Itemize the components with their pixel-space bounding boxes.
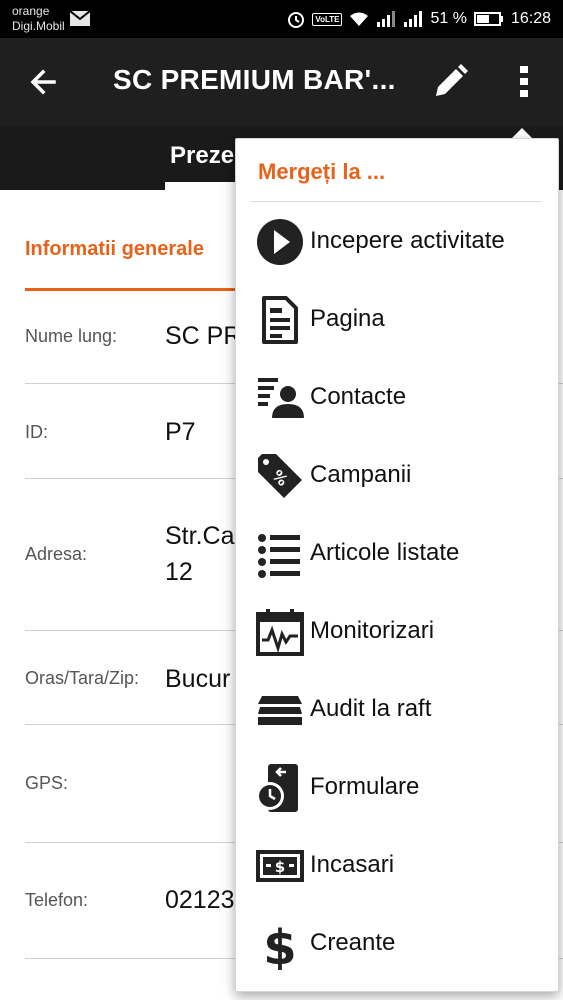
edit-button[interactable] (428, 60, 472, 104)
field-value: Str.Ca 12 (165, 522, 235, 586)
carrier-name-secondary: Digi.Mobil (12, 19, 65, 33)
field-label: Nume lung: (25, 326, 118, 346)
goto-menu: Mergeți la ... Incepere activitate Pagin… (235, 138, 559, 992)
discount-tag-icon: % (258, 454, 302, 498)
signal-icon-secondary (403, 11, 423, 27)
menu-caret (512, 128, 532, 138)
clock: 16:28 (510, 10, 551, 27)
field-label: Adresa: (25, 544, 88, 564)
shelf-stack-icon (258, 696, 302, 725)
svg-text:$: $ (275, 858, 285, 876)
document-icon (262, 296, 298, 344)
arrow-back-icon (30, 69, 56, 95)
app-bar: SC PREMIUM BAR'... (0, 38, 563, 126)
menu-item-label: Audit la raft (310, 695, 432, 722)
status-bar: orange Digi.Mobil VoLTE 51 % 16:28 (0, 0, 563, 38)
menu-item-label: Campanii (310, 461, 412, 488)
field-label: Oras/Tara/Zip: (25, 668, 140, 688)
alarm-icon (287, 10, 305, 28)
menu-item-label: Contacte (310, 383, 407, 410)
battery-icon (473, 12, 504, 26)
carrier-info: orange Digi.Mobil (12, 4, 65, 34)
calendar-chart-icon (256, 609, 304, 656)
menu-item-incepere-activitate[interactable]: Incepere activitate (236, 203, 558, 281)
field-label: Telefon: (25, 890, 89, 910)
page-title: SC PREMIUM BAR'... (113, 64, 396, 95)
menu-item-pagina[interactable]: Pagina (236, 281, 558, 359)
pencil-icon (436, 64, 468, 96)
menu-divider (250, 201, 542, 202)
field-value: P7 (165, 418, 196, 446)
volte-badge: VoLTE (312, 12, 343, 26)
menu-item-articole-listate[interactable]: Articole listate (236, 515, 558, 593)
battery-percent: 51 % (430, 10, 467, 27)
field-value: Bucur (165, 665, 231, 693)
menu-item-monitorizari[interactable]: Monitorizari (236, 593, 558, 671)
menu-item-label: Formulare (310, 773, 420, 800)
form-clock-icon (256, 764, 298, 812)
signal-icon (376, 11, 396, 27)
menu-item-label: Articole listate (310, 539, 460, 566)
field-value: SC PR (165, 322, 242, 350)
field-label: GPS: (25, 773, 69, 793)
section-title: Informatii generale (25, 238, 204, 260)
wifi-icon (349, 11, 369, 27)
back-button[interactable] (24, 62, 64, 102)
field-value: 02123 (165, 886, 235, 914)
carrier-name: orange (12, 4, 50, 18)
menu-item-label: Creante (310, 929, 396, 956)
list-icon (258, 534, 300, 578)
contacts-icon (258, 378, 304, 418)
menu-item-creante[interactable]: $ Creante (236, 905, 558, 983)
menu-item-incasari[interactable]: $ Incasari (236, 827, 558, 905)
menu-item-audit-la-raft[interactable]: Audit la raft (236, 671, 558, 749)
dollar-icon: $ (263, 920, 296, 970)
menu-item-label: Incasari (310, 851, 395, 878)
more-options-button[interactable] (505, 60, 545, 104)
mail-icon (70, 11, 90, 26)
tab-prezentare[interactable]: Preze (170, 142, 234, 170)
section-underline (25, 288, 245, 291)
menu-item-formulare[interactable]: Formulare (236, 749, 558, 827)
menu-item-campanii[interactable]: % Campanii (236, 437, 558, 515)
menu-item-contacte[interactable]: Contacte (236, 359, 558, 437)
menu-header: Mergeți la ... (258, 159, 386, 184)
menu-item-label: Incepere activitate (310, 227, 505, 254)
menu-item-label: Pagina (310, 305, 385, 332)
menu-item-label: Monitorizari (310, 617, 435, 644)
cash-icon: $ (256, 850, 304, 882)
play-circle-icon (257, 219, 303, 265)
field-label: ID: (25, 422, 49, 442)
svg-text:$: $ (263, 920, 296, 970)
more-vert-icon (520, 66, 528, 97)
